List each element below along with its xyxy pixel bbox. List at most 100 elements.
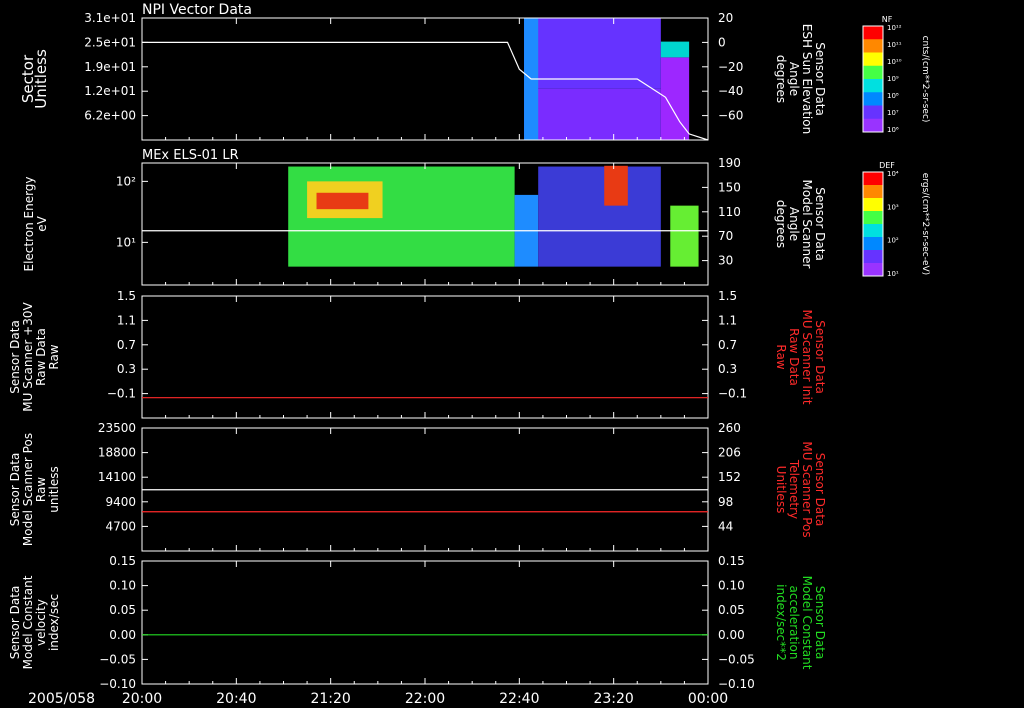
y-right-tick-label: 98 — [718, 495, 733, 509]
colorbar-nf: NF10¹² 10¹¹ 10¹⁰ 10⁹ 10⁸ 10⁷ 10⁶ cnts/(cm**2-sr… — [862, 15, 930, 134]
y-tick-label: 23500 — [98, 421, 136, 435]
y-tick-label: 14100 — [98, 470, 136, 484]
y-right-tick-label: 152 — [718, 470, 741, 484]
colorbar-tick-label: 10¹⁰ — [887, 58, 902, 66]
y-right-tick-label: 0.3 — [718, 362, 737, 376]
colorbar-tick-label: 10³ — [887, 203, 899, 211]
y-right-tick-label: 190 — [718, 156, 741, 170]
colorbar-segment — [863, 211, 883, 225]
x-tick-label: 22:00 — [405, 691, 445, 707]
y-right-axis-label: Sensor DataMU Scanner InitRaw DataRaw — [774, 309, 827, 404]
y-right-tick-label: 70 — [718, 229, 733, 243]
plot-title: NPI Vector Data — [142, 2, 252, 18]
y-right-tick-label: 206 — [718, 446, 741, 460]
y-tick-label: 1.9e+01 — [84, 60, 136, 74]
y-right-axis-label: Sensor DataMU Scanner PosTelemetryUnitle… — [774, 441, 827, 537]
heatmap-block — [538, 166, 661, 267]
colorbar-segment — [863, 118, 883, 133]
y-axis-label: Sensor DataModel Scanner PosRawunitless — [8, 433, 61, 546]
colorbar-tick-label: 10⁴ — [887, 170, 899, 178]
y-tick-label: 10¹ — [116, 235, 136, 249]
y-right-tick-label: −60 — [718, 109, 743, 123]
y-right-axis-label-line: MU Scanner Init — [800, 309, 814, 404]
y-right-tick-label: −20 — [718, 60, 743, 74]
colorbar-segment — [863, 39, 883, 53]
y-right-axis-label-line: Sensor Data — [813, 586, 827, 660]
y-right-axis-label: Sensor DataESH Sun ElevationAngledegrees — [774, 24, 827, 134]
panel-frame — [141, 295, 709, 419]
x-tick-label: 20:00 — [122, 691, 162, 707]
colorbar-tick-label: 10⁹ — [887, 75, 899, 83]
y-right-axis-label-line: Raw — [774, 344, 788, 369]
x-tick-label: 23:20 — [593, 691, 633, 707]
colorbar-segment — [863, 52, 883, 67]
y-axis-label: Electron EnergyeV — [22, 176, 49, 271]
y-axis-label-line: index/sec — [47, 594, 61, 651]
y-right-tick-label: 0.7 — [718, 338, 737, 352]
colorbar-segment — [863, 198, 883, 212]
y-tick-label: −0.1 — [107, 387, 136, 401]
colorbar-segment — [863, 172, 883, 186]
panel-npi: 3.1e+01 2.5e+01 1.9e+01 1.2e+01 6.2e+00 20 0 −2… — [19, 11, 827, 141]
panel-scanner_pos: 23500 18800 14100 9400 4700 260 206 152 98 44 Sens… — [8, 421, 827, 552]
colorbar-def: DEF10⁴ 10³ 10² 10¹ ergs/(cm**2-sr-sec-eV) — [862, 161, 930, 278]
y-right-axis-label-line: ESH Sun Elevation — [800, 24, 814, 134]
y-axis-label: Sensor DataMU Scanner +30VRaw DataRaw — [8, 302, 61, 412]
y-right-tick-label: 0.10 — [718, 579, 745, 593]
y-tick-label: 4700 — [105, 519, 136, 533]
colorbar-tick-label: 10¹² — [887, 24, 902, 32]
colorbar-tick-label: 10⁸ — [887, 92, 899, 100]
y-axis-label-line: Sensor Data — [8, 586, 22, 660]
y-right-axis-label-line: Sensor Data — [813, 42, 827, 116]
y-axis-label-line: Raw — [34, 477, 48, 502]
y-right-axis-label-line: Raw Data — [787, 328, 801, 386]
y-right-tick-label: 0.00 — [718, 628, 745, 642]
y-right-tick-label: 260 — [718, 421, 741, 435]
panel-mu_raw: 1.5 1.1 0.7 0.3 −0.1 1.5 1.1 0.7 0.3 −0.1 Sensor D… — [8, 289, 827, 419]
y-axis-label-line: Unitless — [32, 49, 50, 109]
y-axis-label-line: velocity — [34, 599, 48, 646]
y-tick-label: 0.05 — [109, 603, 136, 617]
colorbar-segment — [863, 105, 883, 120]
y-axis-label-line: unitless — [47, 466, 61, 512]
y-axis-label-line: Model Scanner Pos — [21, 433, 35, 546]
y-tick-label: 0.00 — [109, 628, 136, 642]
y-right-tick-label: 1.1 — [718, 313, 737, 327]
y-axis-label-line: Sensor Data — [8, 320, 22, 394]
x-tick-label: 00:00 — [688, 691, 728, 707]
y-tick-label: −0.10 — [99, 677, 136, 691]
y-right-axis-label-line: Angle — [787, 207, 801, 241]
heatmap-block — [660, 41, 690, 58]
x-tick-label: 22:40 — [499, 691, 539, 707]
y-right-axis-label: Sensor DataModel Constantaccelerationind… — [774, 576, 827, 670]
y-axis-label-line: Sensor Data — [8, 453, 22, 527]
colorbar-tick-label: 10⁶ — [887, 126, 899, 134]
colorbar-tick-label: 10² — [887, 237, 899, 245]
heatmap-block — [524, 88, 661, 140]
y-right-axis-label-line: Sensor Data — [813, 453, 827, 527]
y-right-tick-label: −0.05 — [718, 652, 755, 666]
panel-frame — [141, 560, 709, 685]
y-right-axis-label-line: Unitless — [774, 466, 788, 514]
y-tick-label: 18800 — [98, 446, 136, 460]
y-tick-label: 2.5e+01 — [84, 35, 136, 49]
panel-constant: 0.15 0.10 0.05 0.00 −0.05 −0.10 0.15 0.10 0.05 0.… — [8, 554, 827, 691]
y-axis-label-line: eV — [35, 215, 49, 231]
multi-panel-time-series-plot: 3.1e+01 2.5e+01 1.9e+01 1.2e+01 6.2e+00 20 0 −2… — [8, 2, 930, 707]
y-right-axis-label-line: Telemetry — [787, 459, 801, 519]
colorbar-label: DEF — [879, 161, 895, 170]
y-axis-label-line: MU Scanner +30V — [21, 302, 35, 412]
y-tick-label: 6.2e+00 — [84, 109, 136, 123]
colorbar-segment — [863, 65, 883, 80]
y-right-axis-label-line: degrees — [774, 200, 788, 248]
y-right-tick-label: 44 — [718, 519, 733, 533]
y-axis-label: SectorUnitless — [19, 49, 50, 109]
y-axis-label-line: Raw Data — [34, 328, 48, 386]
y-right-axis-label-line: Model Constant — [800, 576, 814, 670]
heatmap-block — [604, 165, 628, 206]
y-tick-label: 1.5 — [117, 289, 136, 303]
date-label: 2005/058 — [28, 691, 95, 707]
y-right-tick-label: −0.10 — [718, 677, 755, 691]
y-right-axis-label-line: Angle — [787, 62, 801, 96]
y-right-axis-label-line: acceleration — [787, 586, 801, 660]
